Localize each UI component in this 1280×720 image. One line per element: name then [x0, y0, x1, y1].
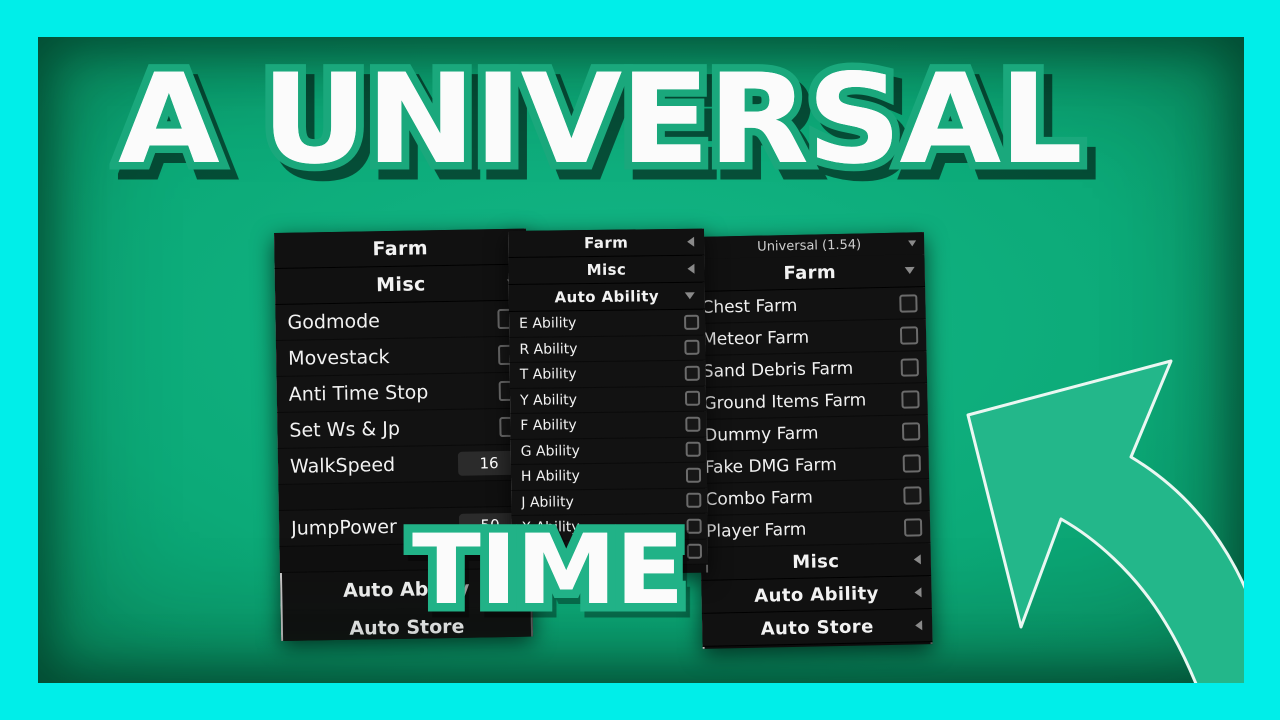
section-label: Farm — [583, 233, 629, 253]
checkbox-ground-items-farm[interactable] — [901, 389, 920, 409]
row-label: Set Ws & Jp — [289, 417, 401, 442]
checkbox-fake-dmg-farm[interactable] — [902, 453, 921, 473]
checkbox-sand-debris-farm[interactable] — [900, 357, 919, 377]
row-ability-h[interactable]: H Ability — [510, 462, 708, 491]
section-label: Farm — [372, 236, 429, 260]
section-header-misc[interactable]: Misc — [274, 264, 528, 305]
section-label: Auto Ability — [754, 582, 879, 607]
row-ability-t[interactable]: T Ability — [509, 360, 706, 389]
row-movestack[interactable]: Movestack — [275, 336, 529, 377]
row-label: H Ability — [520, 468, 580, 486]
row-anti-time-stop[interactable]: Anti Time Stop — [276, 372, 530, 413]
row-ground-items-farm[interactable]: Ground Items Farm — [697, 383, 928, 420]
row-label: Movestack — [287, 345, 390, 370]
row-label: F Ability — [520, 417, 577, 435]
section-footer-misc[interactable]: Misc — [700, 543, 932, 581]
row-label: Combo Farm — [705, 487, 813, 510]
row-godmode[interactable]: Godmode — [275, 300, 528, 341]
row-label: Dummy Farm — [703, 422, 819, 446]
checkbox-ability-t[interactable] — [684, 365, 700, 381]
chevron-down-icon — [908, 240, 917, 247]
checkbox-ability-x[interactable] — [686, 518, 702, 534]
row-player-farm[interactable]: Player Farm — [699, 511, 931, 548]
checkbox-meteor-farm[interactable] — [899, 325, 919, 345]
row-label: G Ability — [520, 442, 581, 460]
chevron-left-icon — [915, 620, 923, 631]
checkbox-combo-farm[interactable] — [903, 485, 922, 505]
section-label: Auto Store — [760, 615, 874, 640]
checkbox-ability-c[interactable] — [686, 543, 703, 560]
row-label: R Ability — [519, 340, 578, 358]
section-header-auto-ability[interactable]: Auto Ability — [508, 282, 705, 312]
checkbox-ability-f[interactable] — [685, 416, 701, 432]
title-line-1: A UNIVERSAL — [118, 48, 1083, 192]
checkbox-ability-j[interactable] — [686, 492, 702, 509]
row-fake-dmg-farm[interactable]: Fake DMG Farm — [698, 447, 930, 484]
row-label: Fake DMG Farm — [704, 454, 837, 478]
checkbox-ability-g[interactable] — [685, 441, 701, 458]
section-header-misc[interactable]: Misc — [508, 255, 705, 285]
row-label: Meteor Farm — [701, 327, 810, 350]
row-label: Player Farm — [705, 519, 807, 542]
row-label: Y Ability — [519, 391, 578, 409]
checkbox-ability-h[interactable] — [685, 467, 702, 483]
row-ability-j[interactable]: J Ability — [511, 488, 708, 516]
chevron-down-icon — [684, 292, 695, 300]
checkbox-ability-y[interactable] — [684, 390, 701, 407]
row-set-ws-jp[interactable]: Set Ws & Jp — [277, 408, 530, 449]
title-line-2: TIME — [412, 514, 684, 626]
row-ability-y[interactable]: Y Ability — [509, 386, 707, 414]
section-label: Farm — [783, 261, 837, 284]
chevron-left-icon — [913, 554, 921, 565]
section-label: Auto Ability — [554, 287, 660, 307]
checkbox-chest-farm[interactable] — [899, 293, 918, 313]
checkbox-ability-e[interactable] — [684, 314, 700, 330]
section-label: Misc — [792, 550, 840, 573]
chevron-left-icon — [687, 236, 695, 247]
row-sand-debris-farm[interactable]: Sand Debris Farm — [696, 351, 928, 388]
row-label: E Ability — [519, 315, 577, 333]
section-header-farm[interactable]: Farm — [694, 254, 926, 292]
row-label: J Ability — [521, 493, 574, 511]
section-label: Misc — [586, 260, 627, 280]
chevron-left-icon — [914, 587, 922, 598]
section-footer-auto-store[interactable]: Auto Store — [701, 609, 933, 647]
outer-cyan-frame: Farm Misc Godmode Movestack Anti Time St… — [0, 0, 1280, 720]
row-walkspeed[interactable]: WalkSpeed 16 — [277, 444, 531, 485]
row-label: T Ability — [519, 366, 577, 384]
section-label: Misc — [375, 272, 426, 296]
row-label: Chest Farm — [701, 295, 798, 318]
menu-panel-farm[interactable]: Universal (1.54) Farm Chest Farm Meteor … — [694, 232, 933, 649]
row-meteor-farm[interactable]: Meteor Farm — [695, 319, 927, 356]
chevron-down-icon — [904, 266, 915, 275]
row-label: Anti Time Stop — [288, 380, 429, 406]
row-ability-r[interactable]: R Ability — [509, 335, 706, 363]
row-chest-farm[interactable]: Chest Farm — [695, 287, 926, 324]
section-footer-auto-ability[interactable]: Auto Ability — [701, 576, 932, 614]
row-ability-f[interactable]: F Ability — [510, 411, 707, 440]
row-combo-farm[interactable]: Combo Farm — [699, 479, 930, 516]
row-label: Sand Debris Farm — [702, 358, 854, 382]
row-ability-e[interactable]: E Ability — [508, 309, 706, 338]
row-label: WalkSpeed — [289, 453, 396, 478]
section-header-farm[interactable]: Farm — [508, 228, 705, 258]
checkbox-dummy-farm[interactable] — [901, 421, 921, 441]
row-ability-g[interactable]: G Ability — [510, 437, 707, 465]
panel-title-text: Universal (1.54) — [757, 237, 862, 255]
row-label: Ground Items Farm — [703, 389, 867, 414]
row-label: Godmode — [287, 309, 381, 334]
checkbox-player-farm[interactable] — [903, 517, 923, 537]
chevron-left-icon — [687, 263, 695, 274]
row-dummy-farm[interactable]: Dummy Farm — [697, 415, 929, 452]
section-header-farm[interactable]: Farm — [274, 228, 527, 269]
checkbox-ability-r[interactable] — [684, 339, 700, 356]
